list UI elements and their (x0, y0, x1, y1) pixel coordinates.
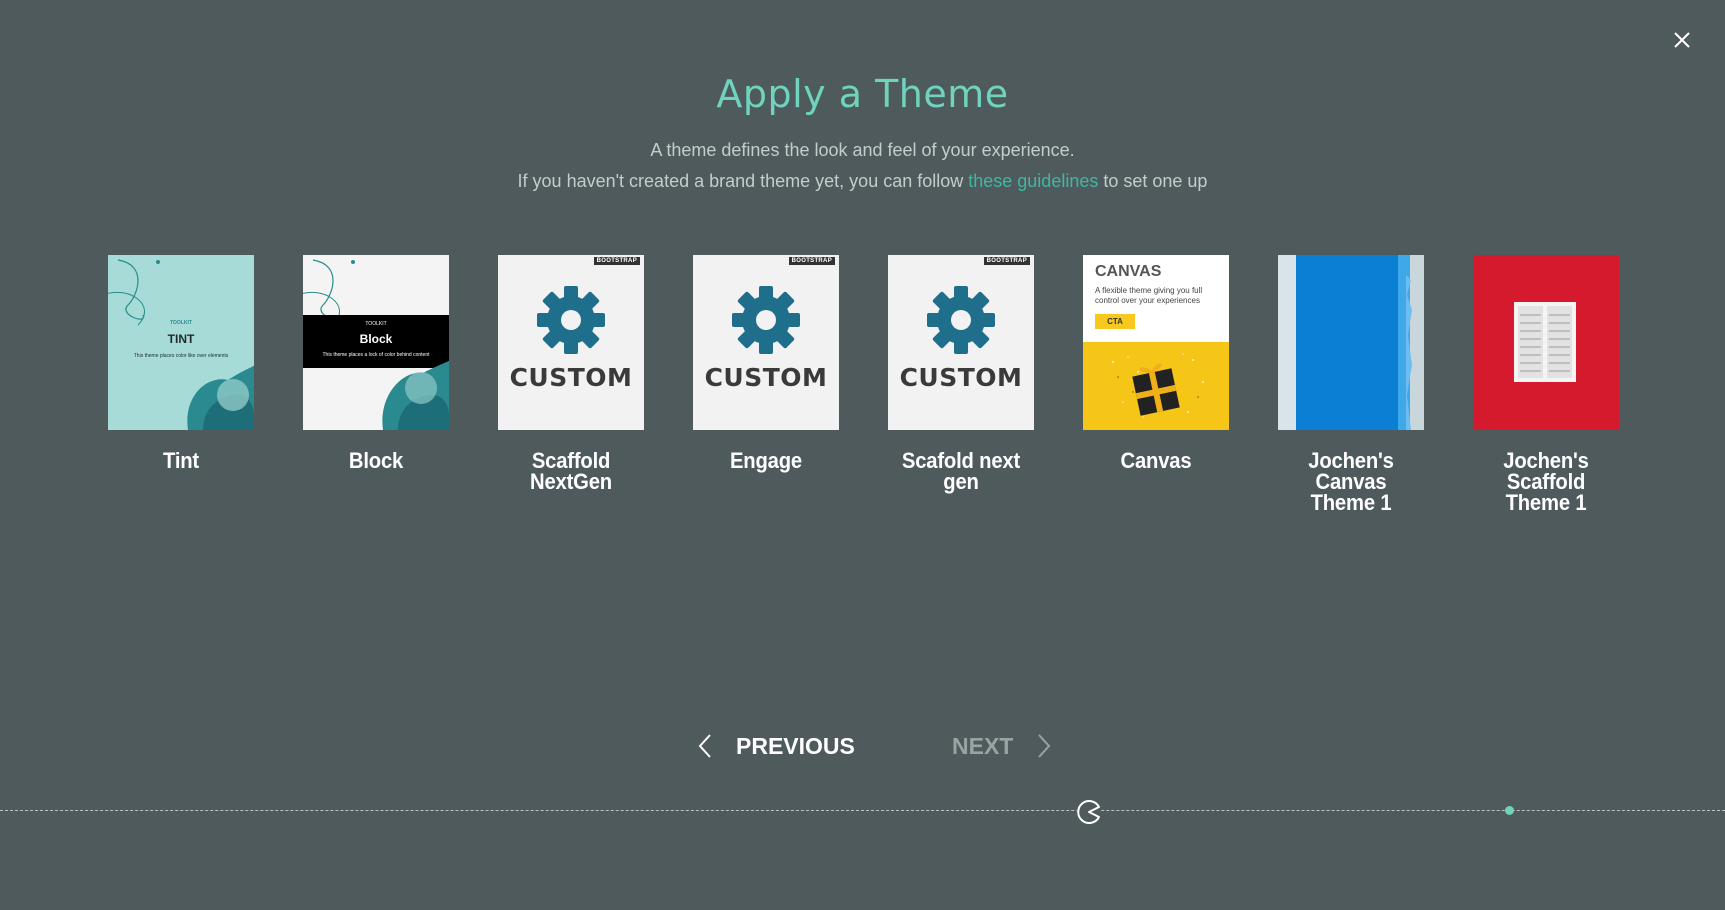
gear-icon (927, 286, 995, 354)
next-button[interactable]: NEXT (952, 728, 1053, 764)
theme-thumbnail: TOOLKIT TINT This theme places color lik… (108, 255, 254, 430)
previous-label: PREVIOUS (736, 732, 855, 759)
bootstrap-tag: BOOTSTRAP (788, 257, 835, 265)
theme-thumbnail: BOOTSTRAP CUSTOM (498, 255, 644, 430)
thumb-title: CUSTOM (704, 363, 828, 392)
theme-thumbnail: BOOTSTRAP CUSTOM (693, 255, 839, 430)
theme-thumbnail: BOOTSTRAP CUSTOM (888, 255, 1034, 430)
theme-thumbnail: CANVAS A flexible theme giving you full … (1083, 255, 1229, 430)
progress-marker-icon[interactable] (1076, 799, 1102, 825)
progress-end-dot (1505, 806, 1514, 815)
close-button[interactable] (1668, 26, 1696, 54)
subtitle-line-2: If you haven't created a brand theme yet… (0, 166, 1725, 197)
theme-card-jochens-canvas-theme-1[interactable]: Jochen's Canvas Theme 1 (1278, 255, 1424, 515)
guidelines-link[interactable]: these guidelines (968, 171, 1098, 191)
gear-icon (537, 286, 605, 354)
theme-card-engage[interactable]: BOOTSTRAP CUSTOM Engage (693, 255, 839, 473)
theme-label: Tint (163, 448, 199, 473)
thumb-caption: This theme places a lock of color behind… (322, 352, 430, 358)
gear-icon (732, 286, 800, 354)
theme-card-tint[interactable]: TOOLKIT TINT This theme places color lik… (108, 255, 254, 473)
theme-label: Jochen's Canvas Theme 1 (1308, 448, 1394, 515)
chevron-left-icon (698, 734, 711, 758)
bootstrap-tag: BOOTSTRAP (983, 257, 1030, 265)
theme-thumbnail (1473, 255, 1619, 430)
chevron-right-icon (1038, 734, 1051, 758)
thumb-caption: This theme places color like over elemen… (133, 353, 229, 359)
thumb-title: CANVAS (1095, 263, 1162, 280)
thumb-cta: CTA (1095, 314, 1135, 329)
theme-card-scaffold-nextgen[interactable]: BOOTSTRAP CUSTOM Scaffold NextGen (498, 255, 644, 494)
theme-card-block[interactable]: TOOLKIT Block This theme places a lock o… (303, 255, 449, 473)
theme-thumbnail (1278, 255, 1424, 430)
theme-thumbnail: TOOLKIT Block This theme places a lock o… (303, 255, 449, 430)
thumb-title: CUSTOM (509, 363, 633, 392)
subtitle-suffix: to set one up (1098, 171, 1208, 191)
page-title: Apply a Theme (716, 72, 1009, 116)
theme-label: Block (348, 448, 404, 473)
theme-label: Scafold next gen (901, 448, 1021, 494)
bootstrap-tag: BOOTSTRAP (593, 257, 640, 265)
thumb-title: TINT (167, 332, 195, 346)
theme-label: Scaffold NextGen (530, 448, 612, 494)
page-subtitle: A theme defines the look and feel of you… (0, 135, 1725, 197)
progress-timeline (0, 810, 1725, 811)
gift-image (1083, 342, 1229, 430)
blue-wall-image (1278, 255, 1424, 430)
theme-card-scafold-next-gen[interactable]: BOOTSTRAP CUSTOM Scafold next gen (888, 255, 1034, 494)
subtitle-line-1: A theme defines the look and feel of you… (650, 140, 1075, 160)
thumb-title: CUSTOM (899, 363, 1023, 392)
thumb-title: Block (359, 332, 393, 346)
theme-card-jochens-scaffold-theme-1[interactable]: Jochen's Scaffold Theme 1 (1473, 255, 1619, 515)
theme-label: Engage (729, 448, 802, 473)
previous-button[interactable]: PREVIOUS (696, 728, 855, 764)
theme-label: Canvas (1120, 448, 1192, 473)
thumb-caption: A flexible theme giving you full control… (1095, 286, 1203, 305)
red-wall-window-image (1473, 255, 1619, 430)
thumb-small-text: TOOLKIT (170, 320, 192, 326)
close-icon (1674, 32, 1690, 48)
theme-card-canvas[interactable]: CANVAS A flexible theme giving you full … (1083, 255, 1229, 473)
theme-label: Jochen's Scaffold Theme 1 (1503, 448, 1589, 515)
next-label: NEXT (952, 732, 1014, 759)
subtitle-prefix: If you haven't created a brand theme yet… (517, 171, 969, 191)
thumb-small-text: TOOLKIT (365, 321, 387, 327)
